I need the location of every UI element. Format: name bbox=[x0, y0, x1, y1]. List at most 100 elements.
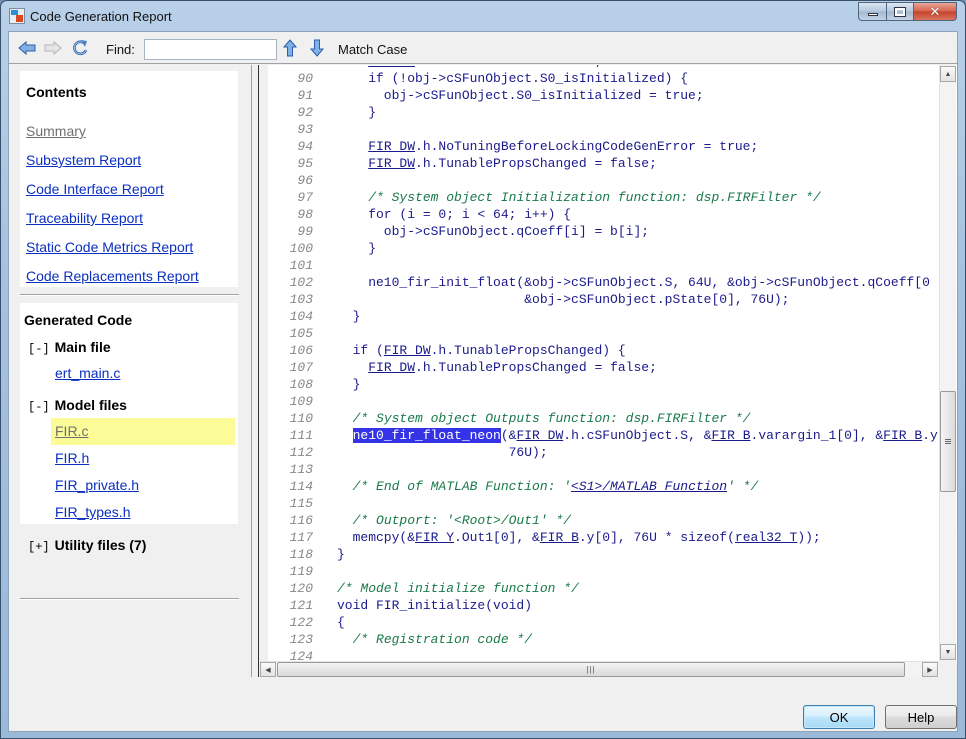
code-text: (& bbox=[500, 428, 517, 443]
file-link-fir-types-h[interactable]: FIR_types.h bbox=[55, 504, 130, 520]
scroll-right-button[interactable]: ▶ bbox=[922, 662, 938, 677]
expand-toggle[interactable]: [+] bbox=[28, 540, 50, 554]
scroll-up-button[interactable]: ▲ bbox=[940, 66, 956, 82]
refresh-icon bbox=[73, 40, 88, 56]
scrollbar-corner bbox=[939, 661, 957, 677]
code-text: .h.cSFunObject.S, & bbox=[563, 428, 712, 443]
code-text: .y[0], 76U * sizeof( bbox=[578, 530, 735, 545]
minimize-button[interactable] bbox=[858, 2, 886, 21]
code-line: 116 /* Outport: '<Root>/Out1' */ bbox=[268, 512, 571, 529]
pane-splitter[interactable] bbox=[249, 65, 259, 677]
code-text: &obj->cSFunObject.pState[0], 76U); bbox=[337, 292, 790, 307]
collapse-toggle[interactable]: [-] bbox=[28, 400, 50, 414]
minimize-icon bbox=[867, 13, 878, 16]
vertical-scrollbar[interactable]: ▲ ▼ bbox=[939, 65, 956, 661]
code-symbol-link[interactable]: FIR_DW bbox=[368, 156, 415, 171]
arrow-right-icon bbox=[44, 41, 62, 55]
code-line: 110 /* System object Outputs function: d… bbox=[268, 410, 751, 427]
back-button[interactable] bbox=[18, 39, 36, 57]
file-link-ert-main-c[interactable]: ert_main.c bbox=[55, 365, 120, 381]
code-symbol-link[interactable]: <S1>/MATLAB Function bbox=[571, 479, 727, 494]
code-line: 93 bbox=[268, 121, 337, 138]
line-number: 92 bbox=[297, 105, 313, 120]
dialog-client-area: Find: Match Case Contents Summary Subsys… bbox=[8, 31, 958, 732]
divider bbox=[20, 294, 239, 296]
code-symbol-link[interactable]: FIR_DW bbox=[516, 428, 563, 443]
find-next-button[interactable] bbox=[308, 39, 326, 57]
file-link-fir-h[interactable]: FIR.h bbox=[55, 450, 89, 466]
code-line: 103 &obj->cSFunObject.pState[0], 76U); bbox=[268, 291, 790, 308]
code-line: 122 { bbox=[268, 614, 345, 631]
code-line: 102 ne10_fir_init_float(&obj->cSFunObjec… bbox=[268, 274, 930, 291]
code-text: .Out1[0], & bbox=[454, 530, 540, 545]
code-line: 99 obj->cSFunObject.qCoeff[i] = b[i]; bbox=[268, 223, 649, 240]
code-line: 91 obj->cSFunObject.S0_isInitialized = t… bbox=[268, 87, 703, 104]
line-number: 100 bbox=[289, 241, 313, 256]
vertical-scroll-thumb[interactable] bbox=[940, 391, 956, 492]
triangle-left-icon: ◀ bbox=[265, 666, 271, 674]
code-symbol-link[interactable]: FIR_B bbox=[712, 428, 751, 443]
scroll-left-button[interactable]: ◀ bbox=[260, 662, 276, 677]
code-symbol-link[interactable]: real32_T bbox=[735, 530, 797, 545]
contents-panel: Contents Summary Subsystem Report Code I… bbox=[20, 71, 238, 287]
line-number: 103 bbox=[289, 292, 313, 307]
line-number: 121 bbox=[289, 598, 313, 613]
nav-link-summary[interactable]: Summary bbox=[26, 123, 86, 139]
file-link-fir-private-h[interactable]: FIR_private.h bbox=[55, 477, 139, 493]
highlighted-symbol[interactable]: ne10_fir_float_neon bbox=[352, 428, 501, 443]
nav-link-code-interface-report[interactable]: Code Interface Report bbox=[26, 181, 164, 197]
code-line: 109 bbox=[268, 393, 337, 410]
code-symbol-link[interactable]: FIR_DW bbox=[368, 360, 415, 375]
horizontal-scroll-thumb[interactable]: ||| bbox=[277, 662, 905, 677]
code-symbol-link[interactable]: FIR_DW bbox=[384, 343, 431, 358]
scroll-down-button[interactable]: ▼ bbox=[940, 644, 956, 660]
code-text: .varargin_1[0], & bbox=[750, 428, 884, 443]
code-symbol-link[interactable]: FIR_DW bbox=[368, 139, 415, 154]
nav-link-static-code-metrics-report[interactable]: Static Code Metrics Report bbox=[26, 239, 193, 255]
code-line: 92 } bbox=[268, 104, 376, 121]
ok-button[interactable]: OK bbox=[803, 705, 875, 729]
code-line: 118} bbox=[268, 546, 345, 563]
horizontal-scrollbar[interactable]: ◀ ||| ▶ bbox=[260, 661, 939, 677]
line-number: 99 bbox=[297, 224, 313, 239]
tree-group-label: Main file bbox=[54, 339, 111, 355]
find-input[interactable] bbox=[144, 39, 277, 60]
code-line: 123 /* Registration code */ bbox=[268, 631, 532, 648]
nav-link-code-replacements-report[interactable]: Code Replacements Report bbox=[26, 268, 199, 284]
title-bar[interactable]: Code Generation Report ✕ bbox=[1, 1, 965, 32]
code-symbol-link[interactable]: FIR_B bbox=[883, 428, 922, 443]
code-symbol-link[interactable]: FIR_DW bbox=[368, 65, 415, 69]
find-label: Find: bbox=[106, 42, 135, 57]
forward-button[interactable] bbox=[44, 39, 62, 57]
nav-link-traceability-report[interactable]: Traceability Report bbox=[26, 210, 143, 226]
code-line: 90 if (!obj->cSFunObject.S0_isInitialize… bbox=[268, 70, 688, 87]
code-comment: /* System object Outputs function: dsp.F… bbox=[352, 411, 751, 426]
nav-link-subsystem-report[interactable]: Subsystem Report bbox=[26, 152, 141, 168]
gutter bbox=[260, 65, 268, 661]
collapse-toggle[interactable]: [-] bbox=[28, 342, 50, 356]
line-number: 123 bbox=[289, 632, 313, 647]
line-number: 120 bbox=[289, 581, 313, 596]
arrow-up-icon bbox=[283, 39, 297, 57]
code-line: 98 for (i = 0; i < 64; i++) { bbox=[268, 206, 571, 223]
line-number: 106 bbox=[289, 343, 313, 358]
maximize-button[interactable] bbox=[886, 2, 913, 21]
tree-group-model-files: [-] Model files bbox=[28, 397, 127, 414]
code-text: if ( bbox=[337, 343, 384, 358]
source-code-view[interactable]: 89 FIR_DW.h.isInitialized = true;90 if (… bbox=[268, 65, 939, 661]
match-case-toggle[interactable]: Match Case bbox=[338, 42, 407, 57]
refresh-button[interactable] bbox=[71, 39, 89, 57]
file-link-fir-c[interactable]: FIR.c bbox=[55, 423, 88, 439]
code-line: 119 bbox=[268, 563, 337, 580]
code-symbol-link[interactable]: FIR_Y bbox=[415, 530, 454, 545]
code-text: } bbox=[337, 105, 377, 120]
line-number: 102 bbox=[289, 275, 313, 290]
code-symbol-link[interactable]: FIR_B bbox=[540, 530, 579, 545]
arrow-down-icon bbox=[310, 39, 324, 57]
find-previous-button[interactable] bbox=[281, 39, 299, 57]
close-button[interactable]: ✕ bbox=[913, 2, 957, 21]
code-text: .h.isInitialized = true; bbox=[415, 65, 602, 69]
line-number: 124 bbox=[289, 649, 313, 661]
help-button[interactable]: Help bbox=[885, 705, 957, 729]
